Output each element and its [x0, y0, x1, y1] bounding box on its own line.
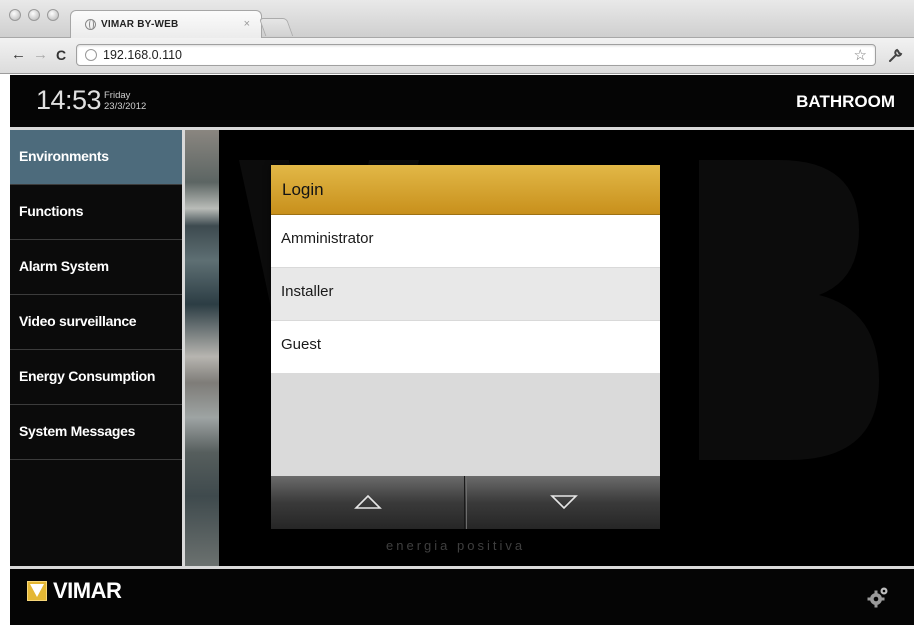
sidebar-item-label: Energy Consumption	[19, 368, 156, 384]
browser-tab[interactable]: VIMAR BY-WEB ×	[70, 10, 262, 38]
sidebar-item-environments[interactable]: Environments	[10, 130, 182, 185]
sidebar: Environments Functions Alarm System Vide…	[10, 130, 182, 566]
clock-time: 14:53	[36, 85, 102, 115]
up-triangle-icon	[354, 494, 382, 509]
browser-toolbar: ← → C 192.168.0.110 ☆	[0, 38, 914, 74]
new-tab-button[interactable]	[258, 18, 294, 36]
url-text[interactable]: 192.168.0.110	[103, 48, 182, 62]
room-photo	[185, 130, 219, 566]
sidebar-item-label: Alarm System	[19, 258, 109, 274]
app-header: 14:53 Friday 23/3/2012 BATHROOM	[10, 75, 914, 127]
sidebar-item-system-messages[interactable]: System Messages	[10, 405, 182, 460]
login-option-label: Guest	[281, 335, 322, 353]
vimar-logo-icon	[27, 581, 47, 601]
scroll-up-button[interactable]	[271, 476, 465, 529]
clock-day: Friday	[104, 90, 131, 101]
sidebar-item-energy-consumption[interactable]: Energy Consumption	[10, 350, 182, 405]
reload-button[interactable]: C	[56, 47, 66, 63]
login-list-empty-area	[271, 373, 660, 476]
room-title: BATHROOM	[796, 92, 895, 111]
browser-titlebar: VIMAR BY-WEB ×	[0, 0, 914, 38]
sidebar-item-label: System Messages	[19, 423, 136, 439]
sidebar-item-label: Environments	[19, 148, 109, 164]
brand-tagline: energia positiva	[386, 538, 526, 553]
bookmark-star-icon[interactable]: ☆	[854, 46, 867, 64]
login-dialog: Login Amministrator Installer Guest	[271, 165, 660, 529]
sidebar-item-label: Video surveillance	[19, 313, 137, 329]
close-window-button[interactable]	[9, 9, 21, 21]
sidebar-item-video-surveillance[interactable]: Video surveillance	[10, 295, 182, 350]
clock-date: 23/3/2012	[104, 101, 147, 112]
sidebar-item-functions[interactable]: Functions	[10, 185, 182, 240]
wrench-icon[interactable]	[888, 47, 904, 67]
login-pager	[271, 476, 660, 529]
login-option-label: Installer	[281, 282, 334, 300]
login-option-label: Amministrator	[281, 229, 374, 247]
zoom-window-button[interactable]	[47, 9, 59, 21]
back-button[interactable]: ←	[11, 47, 26, 63]
login-dialog-title: Login	[282, 180, 324, 199]
login-option-guest[interactable]: Guest	[271, 321, 660, 373]
app-footer: VIMAR	[10, 569, 914, 625]
address-bar[interactable]: 192.168.0.110 ☆	[76, 44, 876, 66]
sidebar-item-alarm-system[interactable]: Alarm System	[10, 240, 182, 295]
forward-button[interactable]: →	[33, 47, 48, 63]
login-option-amministrator[interactable]: Amministrator	[271, 215, 660, 267]
tab-close-icon[interactable]: ×	[244, 18, 250, 30]
login-option-installer[interactable]: Installer	[271, 268, 660, 320]
globe-icon	[85, 19, 96, 30]
down-triangle-icon	[550, 495, 578, 510]
scroll-down-button[interactable]	[466, 476, 660, 529]
minimize-window-button[interactable]	[28, 9, 40, 21]
settings-gear-icon[interactable]	[866, 585, 890, 609]
vimar-logo-text: VIMAR	[53, 578, 122, 603]
tab-title: VIMAR BY-WEB	[101, 19, 179, 30]
login-dialog-header: Login	[271, 165, 660, 215]
sidebar-item-label: Functions	[19, 203, 84, 219]
globe-icon	[85, 49, 97, 61]
